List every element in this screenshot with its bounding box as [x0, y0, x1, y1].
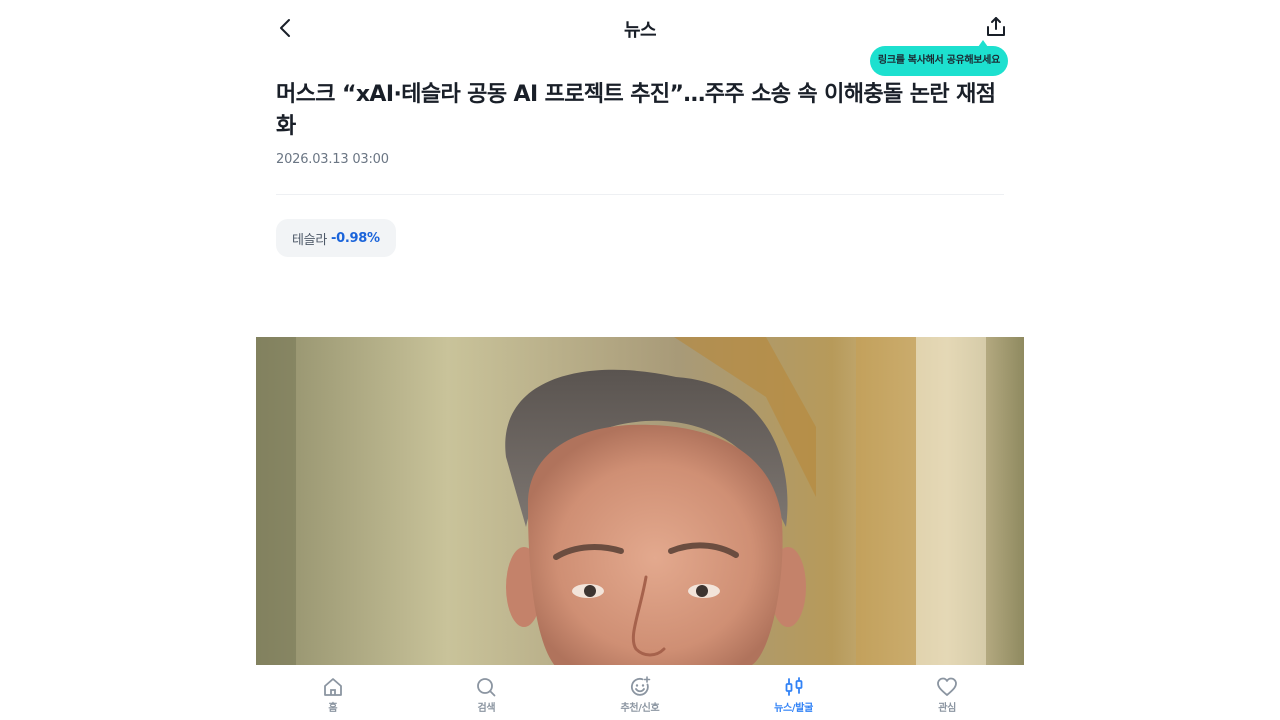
share-tooltip: 링크를 복사해서 공유해보세요 — [869, 46, 1008, 76]
news-article-screen: 뉴스 링크를 복사해서 공유해보세요 머스크 “xAI·테슬라 공동 AI 프로… — [256, 0, 1024, 720]
nav-label: 추천/신호 — [620, 703, 660, 714]
nav-label: 관심 — [938, 703, 957, 714]
nav-favorites[interactable]: 관심 — [870, 665, 1024, 720]
nav-search[interactable]: 검색 — [410, 665, 564, 720]
home-icon — [322, 676, 344, 698]
stock-change: -0.98% — [330, 230, 380, 246]
nav-label: 검색 — [477, 703, 496, 714]
nav-recommend-signal[interactable]: 추천/신호 — [563, 665, 717, 720]
article-photo — [256, 337, 1024, 667]
stock-name: 테슬라 — [292, 232, 327, 248]
nav-label: 홈 — [328, 703, 338, 714]
smile-sparkle-icon — [629, 676, 651, 698]
related-stock-chip[interactable]: 테슬라 -0.98% — [276, 219, 396, 257]
page-title: 뉴스 — [623, 20, 657, 41]
share-button[interactable] — [982, 13, 1010, 41]
portrait-image — [256, 337, 1024, 667]
nav-news-discover[interactable]: 뉴스/발굴 — [717, 665, 871, 720]
heart-icon — [936, 676, 958, 698]
divider — [276, 194, 1004, 195]
nav-home[interactable]: 홈 — [256, 665, 410, 720]
article-title: 머스크 “xAI·테슬라 공동 AI 프로젝트 추진”…주주 소송 속 이해충돌… — [276, 82, 996, 139]
share-icon — [987, 17, 1005, 36]
article-date: 2026.03.13 03:00 — [276, 152, 389, 167]
nav-label: 뉴스/발굴 — [774, 703, 814, 714]
bottom-navigation: 홈 검색 추천/신호 뉴스/발굴 관심 — [256, 665, 1024, 720]
search-icon — [475, 676, 497, 698]
candlestick-icon — [783, 676, 805, 698]
